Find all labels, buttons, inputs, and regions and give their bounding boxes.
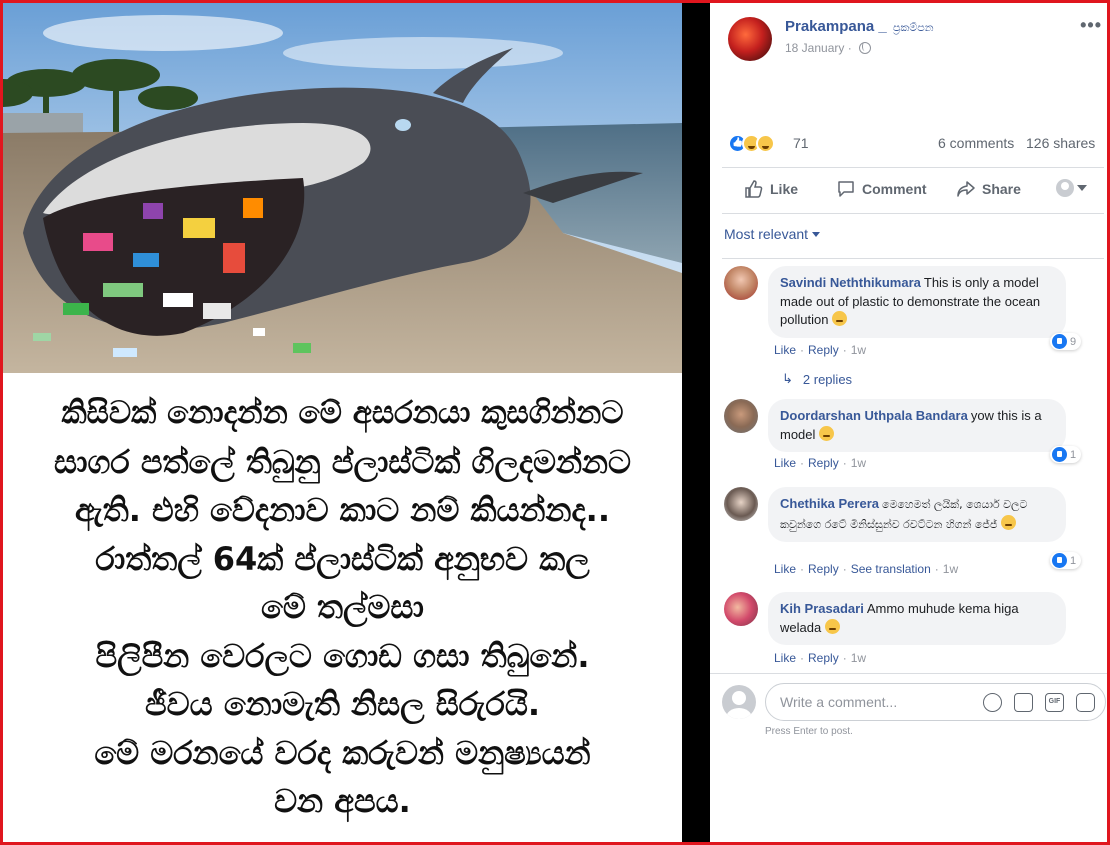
red-outline-frame xyxy=(0,0,1110,845)
